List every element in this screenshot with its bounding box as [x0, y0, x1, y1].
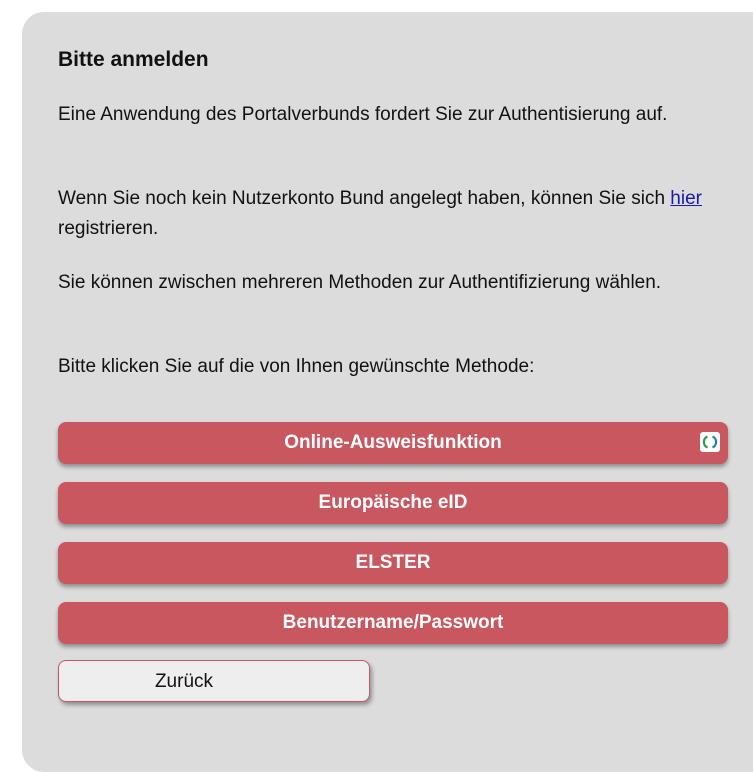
- login-panel: Bitte anmelden Eine Anwendung des Portal…: [22, 12, 753, 772]
- choose-method-text: Bitte klicken Sie auf die von Ihnen gewü…: [58, 356, 535, 377]
- eu-eid-label: Europäische eID: [318, 492, 468, 513]
- eid-logo-icon: [700, 432, 720, 452]
- back-button[interactable]: Zurück: [58, 660, 370, 702]
- online-id-label: Online-Ausweisfunktion: [284, 432, 502, 453]
- elster-button[interactable]: ELSTER: [58, 542, 728, 584]
- online-id-button[interactable]: Online-Ausweisfunktion: [58, 422, 728, 464]
- userpass-button[interactable]: Benutzername/Passwort: [58, 602, 728, 644]
- eu-eid-button[interactable]: Europäische eID: [58, 482, 728, 524]
- register-text: Wenn Sie noch kein Nutzerkonto Bund ange…: [58, 184, 730, 244]
- register-text-before: Wenn Sie noch kein Nutzerkonto Bund ange…: [58, 188, 671, 209]
- methods-info-text: Sie können zwischen mehreren Methoden zu…: [58, 272, 662, 293]
- elster-label: ELSTER: [355, 552, 431, 573]
- intro-text: Eine Anwendung des Portalverbunds forder…: [58, 104, 668, 125]
- register-text-after: registrieren.: [58, 218, 159, 239]
- page-title: Bitte anmelden: [58, 48, 209, 71]
- login-content: Bitte anmelden Eine Anwendung des Portal…: [58, 46, 730, 377]
- back-label: Zurück: [154, 671, 214, 692]
- register-link[interactable]: hier: [670, 188, 702, 209]
- userpass-label: Benutzername/Passwort: [282, 612, 504, 633]
